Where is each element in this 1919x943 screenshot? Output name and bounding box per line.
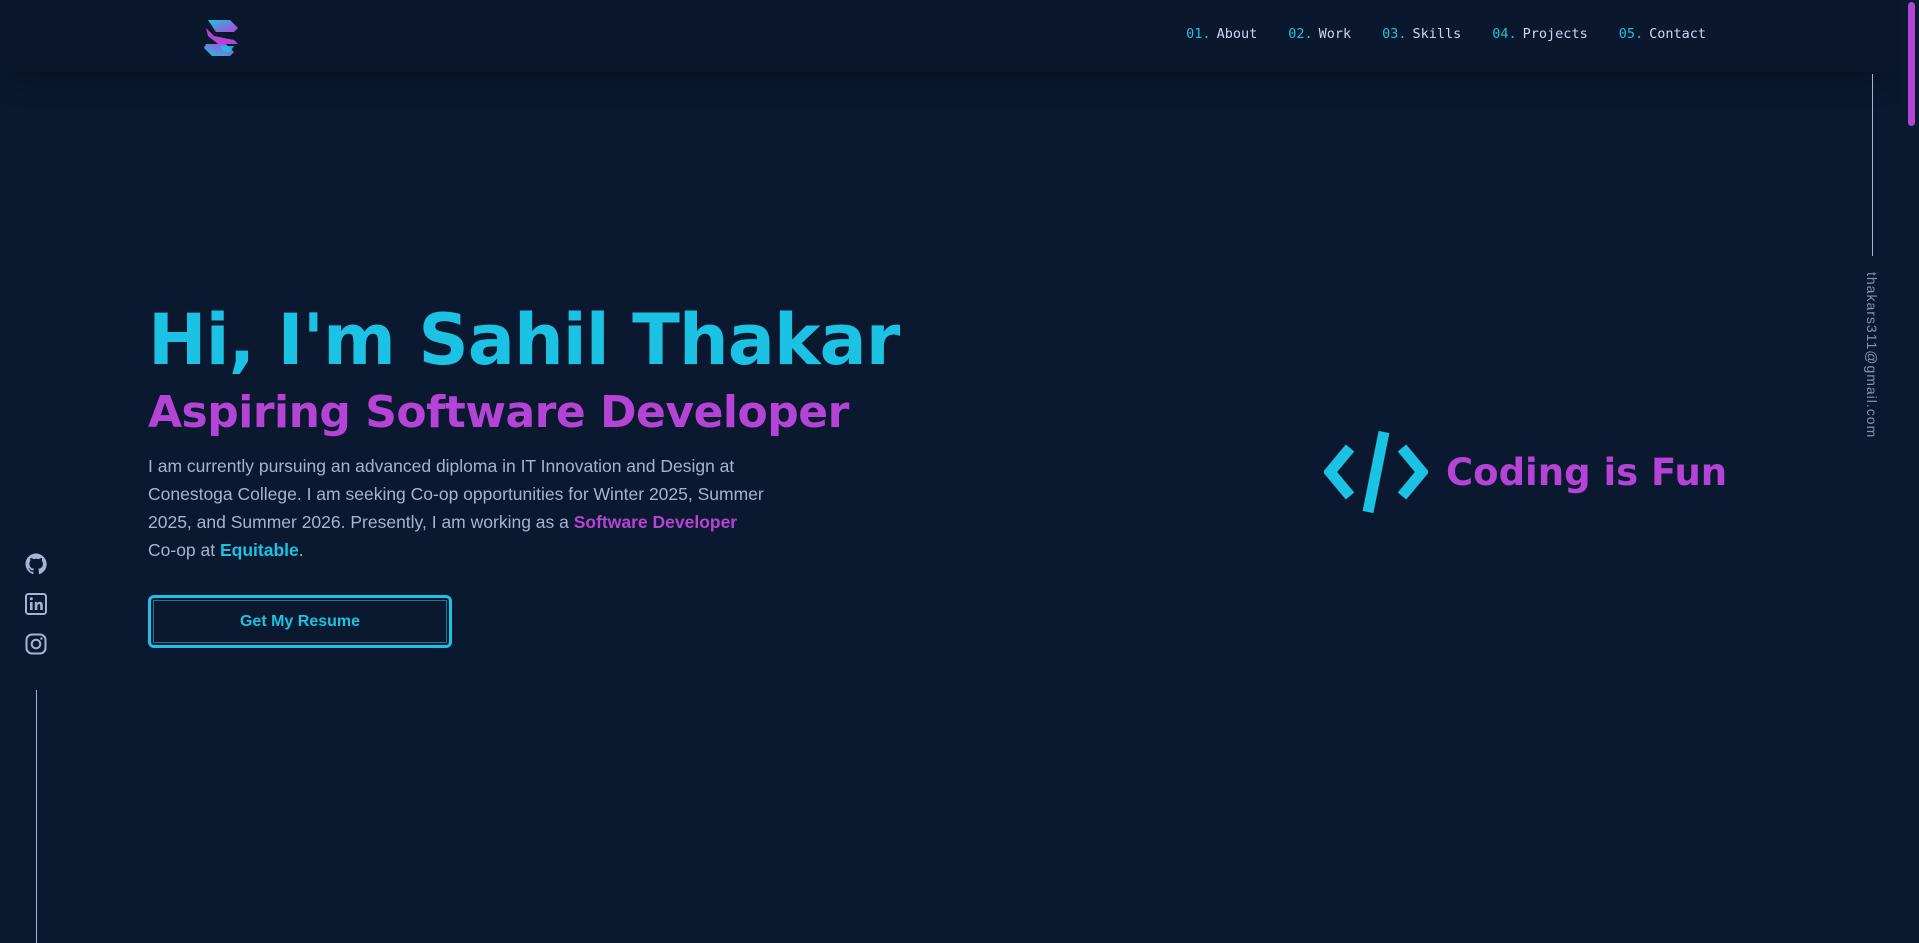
hero-description: I am currently pursuing an advanced dipl… bbox=[148, 452, 768, 564]
linkedin-icon[interactable] bbox=[24, 592, 48, 616]
description-text: . bbox=[298, 540, 304, 560]
company-highlight: Equitable bbox=[219, 540, 299, 560]
nav-item-number: 04. bbox=[1492, 26, 1517, 42]
github-icon[interactable] bbox=[24, 552, 48, 576]
nav-item-label: Skills bbox=[1412, 26, 1462, 42]
social-divider-line bbox=[36, 690, 37, 943]
social-links bbox=[24, 552, 48, 656]
hero-section: Hi, I'm Sahil Thakar Aspiring Software D… bbox=[148, 299, 900, 564]
scrollbar-thumb[interactable] bbox=[1908, 2, 1915, 126]
coding-tagline: Coding is Fun bbox=[1446, 450, 1728, 494]
coding-graphic: Coding is Fun bbox=[1324, 428, 1727, 516]
scrollbar[interactable] bbox=[1900, 0, 1919, 943]
email-divider-line bbox=[1872, 74, 1873, 256]
nav-item-skills[interactable]: 03. Skills bbox=[1382, 26, 1461, 42]
hero-title: Hi, I'm Sahil Thakar bbox=[148, 299, 900, 381]
nav-item-contact[interactable]: 05. Contact bbox=[1619, 26, 1706, 42]
nav-item-number: 02. bbox=[1288, 26, 1313, 42]
nav-item-number: 05. bbox=[1618, 26, 1644, 42]
nav-item-label: About bbox=[1216, 26, 1258, 42]
email-link[interactable]: thakars311@gmail.com bbox=[1864, 272, 1880, 438]
hero-subtitle: Aspiring Software Developer bbox=[148, 387, 849, 438]
description-text: Co-op at bbox=[148, 540, 220, 560]
navbar: 01. About 02. Work 03. Skills 04. Projects 0… bbox=[0, 0, 1900, 72]
nav-item-label: Projects bbox=[1522, 26, 1588, 42]
nav-item-number: 03. bbox=[1382, 26, 1407, 42]
nav-item-label: Work bbox=[1318, 26, 1352, 42]
nav-item-about[interactable]: 01. About bbox=[1186, 26, 1257, 42]
role-highlight: Software Developer bbox=[573, 512, 738, 532]
nav-item-projects[interactable]: 04. Projects bbox=[1492, 26, 1587, 42]
instagram-icon[interactable] bbox=[24, 632, 48, 656]
code-slash-icon bbox=[1324, 430, 1428, 514]
nav-item-work[interactable]: 02. Work bbox=[1288, 26, 1351, 42]
nav-menu: 01. About 02. Work 03. Skills 04. Projects 0… bbox=[1186, 26, 1706, 42]
logo-icon[interactable] bbox=[200, 16, 242, 58]
nav-item-label: Contact bbox=[1649, 26, 1706, 42]
get-resume-button[interactable]: Get My Resume bbox=[148, 595, 452, 648]
nav-item-number: 01. bbox=[1186, 26, 1211, 42]
